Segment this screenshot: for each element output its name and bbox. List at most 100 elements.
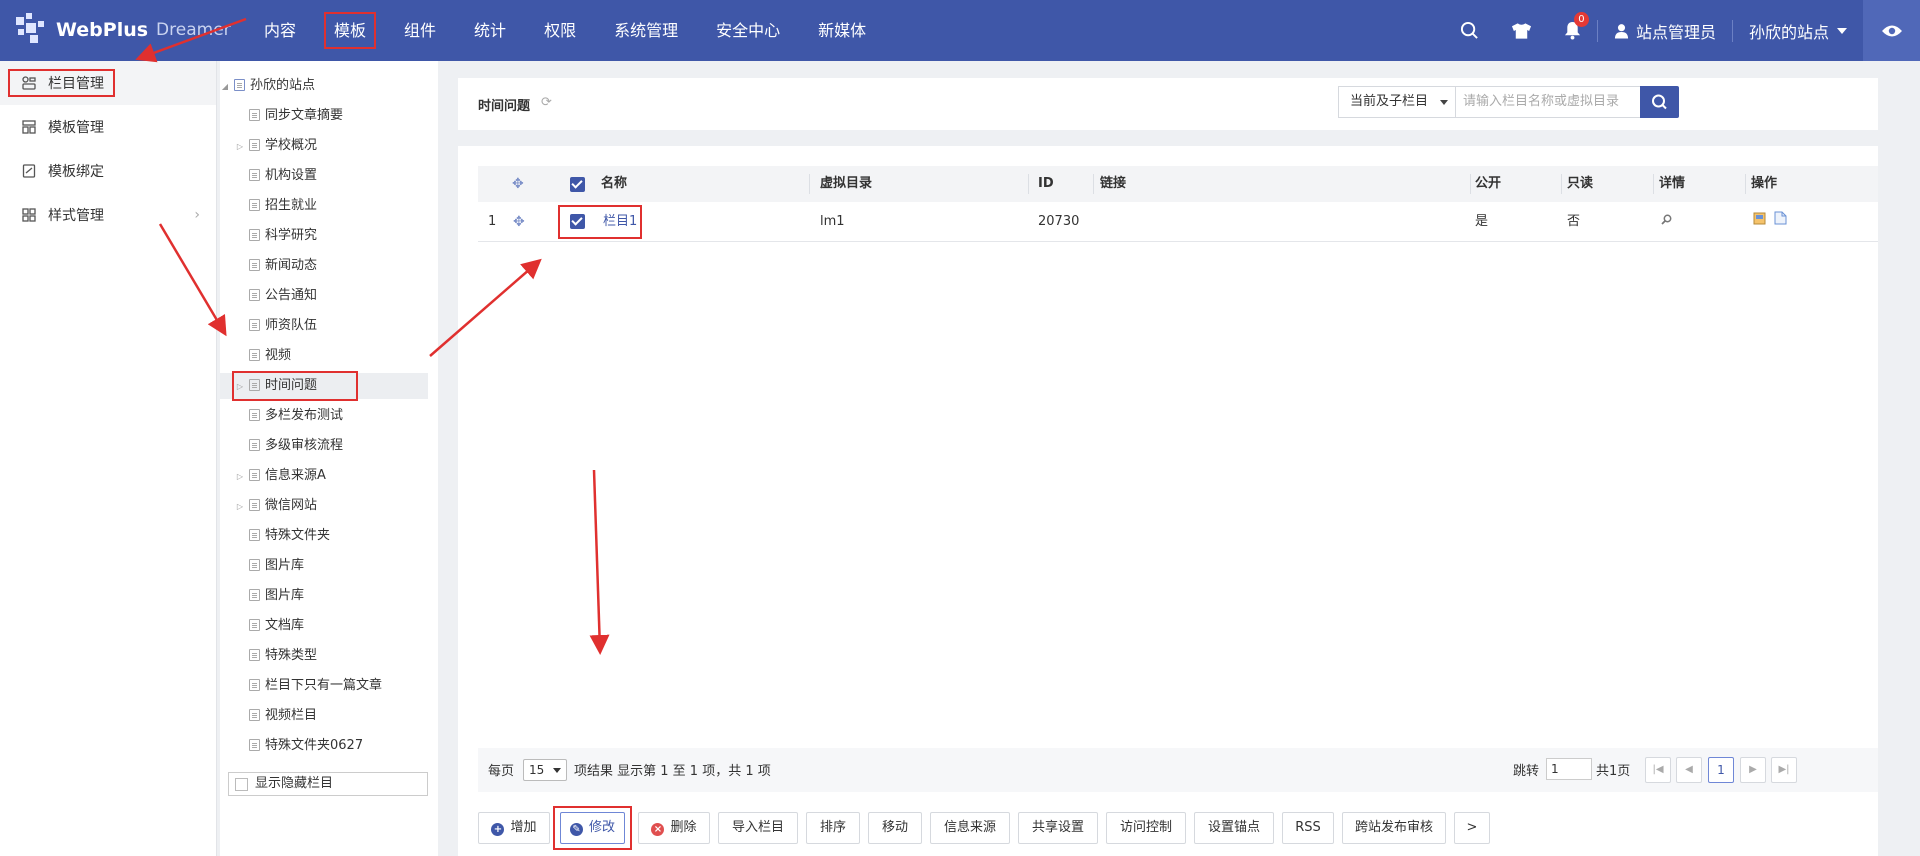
sort-button[interactable]: 排序 — [806, 812, 860, 844]
tree-node[interactable]: 机构设置 — [220, 163, 428, 189]
tree-node[interactable]: 同步文章摘要 — [220, 103, 428, 129]
caret-right-icon[interactable]: ▷ — [235, 464, 245, 490]
import-columns-button[interactable]: 导入栏目 — [718, 812, 798, 844]
delete-button[interactable]: × 删除 — [638, 812, 710, 844]
refresh-icon[interactable]: ⟳ — [541, 95, 552, 110]
preview-eye-icon[interactable] — [1863, 0, 1920, 61]
col-name[interactable]: 名称 — [601, 166, 627, 202]
tree-root[interactable]: ◢ 孙欣的站点 — [220, 73, 428, 99]
tree-node[interactable]: 栏目下只有一篇文章 — [220, 673, 428, 699]
menu-template-manage[interactable]: 模板管理 — [0, 105, 216, 149]
site-icon — [234, 79, 245, 91]
nav-newmedia[interactable]: 新媒体 — [799, 0, 885, 61]
nav-component[interactable]: 组件 — [385, 0, 455, 61]
tree-node[interactable]: ▷ 信息来源A — [220, 463, 428, 489]
col-readonly[interactable]: 只读 — [1567, 166, 1593, 202]
caret-right-icon[interactable]: ▷ — [235, 134, 245, 160]
column-icon — [249, 199, 260, 211]
tree-node[interactable]: 科学研究 — [220, 223, 428, 249]
nav-stats[interactable]: 统计 — [455, 0, 525, 61]
column-icon — [249, 229, 260, 241]
bell-icon[interactable]: 0 — [1548, 0, 1597, 61]
nav-template[interactable]: 模板 — [315, 0, 385, 61]
tree-node[interactable]: 视频栏目 — [220, 703, 428, 729]
caret-right-icon[interactable]: ▷ — [235, 494, 245, 520]
more-button[interactable]: > — [1454, 812, 1490, 844]
user-icon — [1614, 23, 1629, 38]
tree-node[interactable]: 特殊文件夹 — [220, 523, 428, 549]
tree-node[interactable]: 新闻动态 — [220, 253, 428, 279]
nav-permission[interactable]: 权限 — [525, 0, 595, 61]
menu-style-manage[interactable]: 样式管理 › — [0, 193, 216, 237]
jump-input[interactable]: 1 — [1546, 758, 1592, 780]
shirt-icon[interactable] — [1495, 0, 1548, 61]
page-title: 时间问题 — [478, 99, 531, 114]
nav-system[interactable]: 系统管理 — [595, 0, 697, 61]
drag-handle-icon[interactable]: ✥ — [513, 202, 525, 242]
site-name: 孙欣的站点 — [1748, 22, 1829, 42]
scope-select[interactable]: 当前及子栏目 — [1338, 86, 1456, 118]
cross-site-review-button[interactable]: 跨站发布审核 — [1342, 812, 1446, 844]
search-icon[interactable] — [1444, 0, 1495, 61]
show-hidden-columns[interactable]: 显示隐藏栏目 — [228, 772, 428, 796]
tree-node[interactable]: 特殊文件夹0627 — [220, 733, 428, 759]
caret-expanded-icon[interactable]: ◢ — [220, 74, 230, 100]
tree-node[interactable]: 多级审核流程 — [220, 433, 428, 459]
col-public[interactable]: 公开 — [1475, 166, 1501, 202]
search-button[interactable] — [1640, 86, 1679, 118]
tree-node[interactable]: ▷ 时间问题 — [220, 371, 428, 401]
per-page-select[interactable]: 15 — [523, 759, 567, 781]
column-icon — [249, 469, 260, 481]
next-page-button[interactable]: ▶ — [1740, 757, 1766, 783]
tree-node[interactable]: ▷ 学校概况 — [220, 133, 428, 159]
move-button[interactable]: 移动 — [868, 812, 922, 844]
table-row[interactable]: 1 ✥ 栏目1 lm1 20730 是 否 — [478, 202, 1878, 242]
nav-security[interactable]: 安全中心 — [697, 0, 799, 61]
edit-page-icon[interactable] — [1753, 202, 1767, 242]
tree-node[interactable]: 文档库 — [220, 613, 428, 639]
menu-template-binding[interactable]: 模板绑定 — [0, 149, 216, 193]
site-switcher[interactable]: 孙欣的站点 — [1733, 0, 1863, 61]
tree-node[interactable]: 视频 — [220, 343, 428, 369]
tree-node[interactable]: 多栏发布测试 — [220, 403, 428, 429]
logo[interactable]: WebPlus Dreamer — [14, 10, 231, 50]
nav-content[interactable]: 内容 — [245, 0, 315, 61]
document-icon[interactable] — [1774, 202, 1787, 242]
tree-node[interactable]: ▷ 微信网站 — [220, 493, 428, 519]
chevron-right-icon: › — [194, 207, 200, 223]
tree-node[interactable]: 师资队伍 — [220, 313, 428, 339]
col-ops: 操作 — [1751, 176, 1778, 191]
tree-node[interactable]: 图片库 — [220, 583, 428, 609]
share-settings-button[interactable]: 共享设置 — [1018, 812, 1098, 844]
info-source-button[interactable]: 信息来源 — [930, 812, 1010, 844]
column-icon — [249, 589, 260, 601]
rss-button[interactable]: RSS — [1282, 812, 1334, 844]
prev-page-button[interactable]: ◀ — [1676, 757, 1702, 783]
set-anchor-button[interactable]: 设置锚点 — [1194, 812, 1274, 844]
column-icon — [249, 109, 260, 121]
edit-button[interactable]: ✎ 修改 — [560, 812, 625, 844]
tree-node[interactable]: 图片库 — [220, 553, 428, 579]
pencil-icon: ✎ — [569, 823, 583, 836]
page-1-button[interactable]: 1 — [1708, 757, 1734, 783]
magnifier-icon[interactable] — [1661, 202, 1672, 242]
add-button[interactable]: + 增加 — [478, 812, 550, 844]
col-link[interactable]: 链接 — [1100, 166, 1126, 202]
last-page-button[interactable]: ▶| — [1771, 757, 1797, 783]
menu-column-manage[interactable]: 栏目管理 — [0, 61, 216, 105]
caret-down-icon — [1837, 27, 1847, 34]
user-menu[interactable]: 站点管理员 — [1598, 0, 1732, 61]
tree-node[interactable]: 特殊类型 — [220, 643, 428, 669]
row-name-link[interactable]: 栏目1 — [603, 202, 637, 242]
select-all-checkbox[interactable] — [570, 177, 585, 192]
column-icon — [249, 319, 260, 331]
tree-node[interactable]: 公告通知 — [220, 283, 428, 309]
show-hidden-checkbox[interactable] — [235, 778, 248, 791]
col-id[interactable]: ID — [1038, 166, 1054, 202]
first-page-button[interactable]: |◀ — [1645, 757, 1671, 783]
tree-node[interactable]: 招生就业 — [220, 193, 428, 219]
row-checkbox[interactable] — [570, 214, 585, 229]
search-input[interactable]: 请输入栏目名称或虚拟目录 — [1455, 86, 1641, 118]
col-vdir[interactable]: 虚拟目录 — [820, 166, 872, 202]
access-control-button[interactable]: 访问控制 — [1106, 812, 1186, 844]
